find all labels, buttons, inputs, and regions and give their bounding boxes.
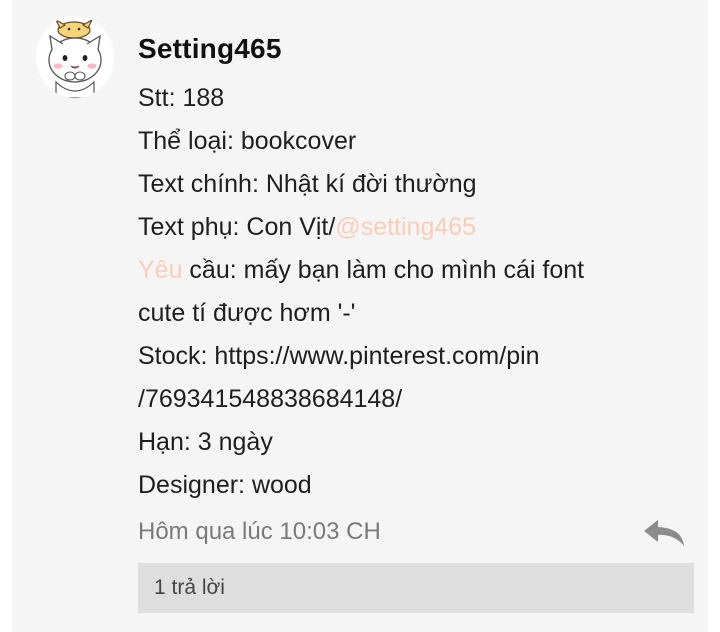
category-line: Thể loại: bookcover (138, 127, 357, 155)
request-line-continued: cute tí được hơm '-' (138, 299, 356, 327)
designer-line: Designer: wood (138, 471, 312, 499)
stt-line: Stt: 188 (138, 84, 225, 112)
stock-line-continued[interactable]: /769341548838684148/ (138, 378, 658, 421)
reply-arrow-icon[interactable] (642, 518, 686, 548)
timestamp: Hôm qua lúc 10:03 CH (138, 518, 381, 545)
request-faded-word: Yêu (138, 256, 183, 284)
sub-text-line: Text phụ: Con Vịt/@setting465 (138, 206, 658, 249)
comment-card: Setting465 Stt: 188 Thể loại: bookcover … (12, 0, 708, 632)
cat-avatar-icon (36, 16, 114, 98)
avatar[interactable] (36, 16, 114, 98)
request-text: cầu: mấy bạn làm cho mình cái font (182, 256, 585, 284)
request-line: Yêu cầu: mấy bạn làm cho mình cái font (138, 249, 658, 292)
stock-line[interactable]: Stock: https://www.pinterest.com/pin (138, 335, 658, 378)
replies-count-label: 1 trả lời (154, 576, 225, 599)
sub-text-prefix: Text phụ: Con Vịt/ (138, 213, 336, 241)
main-text-line: Text chính: Nhật kí đời thường (138, 170, 477, 198)
view-replies-button[interactable]: 1 trả lời (138, 563, 694, 613)
deadline-line: Hạn: 3 ngày (138, 428, 273, 456)
username[interactable]: Setting465 (138, 33, 282, 65)
mention-link[interactable]: @setting465 (335, 213, 476, 241)
comment-body: Stt: 188 Thể loại: bookcover Text chính:… (138, 77, 658, 507)
